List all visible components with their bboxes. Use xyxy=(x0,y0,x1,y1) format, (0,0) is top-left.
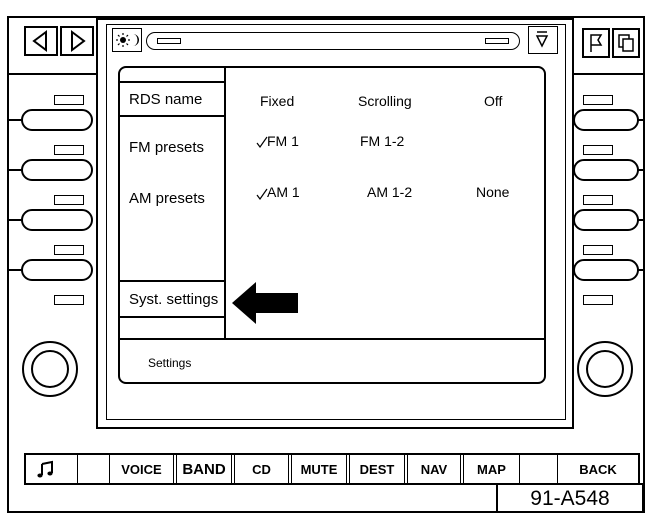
blank-button-2[interactable] xyxy=(520,455,558,483)
flag-icon xyxy=(590,34,603,52)
status-bar: Settings xyxy=(120,338,544,382)
back-button[interactable]: BACK xyxy=(558,455,638,483)
blank-button-1[interactable] xyxy=(78,455,110,483)
menu-item-am-presets[interactable]: AM presets xyxy=(129,190,205,207)
tune-knob[interactable] xyxy=(577,341,633,397)
pointer-arrow-icon xyxy=(232,282,298,324)
left-preset-rockers xyxy=(7,73,96,281)
left-divider xyxy=(7,73,96,75)
bottom-button-bar: VOICE BAND CD MUTE DEST NAV MAP BACK xyxy=(24,453,640,485)
map-button[interactable]: MAP xyxy=(464,455,520,483)
dest-button[interactable]: DEST xyxy=(350,455,408,483)
option-none[interactable]: None xyxy=(476,184,509,200)
triangle-right-icon xyxy=(71,30,86,52)
prev-button[interactable] xyxy=(24,26,58,56)
pages-button[interactable] xyxy=(612,28,640,58)
option-am-1-2[interactable]: AM 1-2 xyxy=(367,184,412,200)
flag-button[interactable] xyxy=(582,28,610,58)
menu-item-label: RDS name xyxy=(129,91,203,108)
mute-button[interactable]: MUTE xyxy=(292,455,350,483)
next-button[interactable] xyxy=(60,26,94,56)
option-off[interactable]: Off xyxy=(484,93,502,109)
pages-icon xyxy=(618,34,634,52)
figure-id-box: 91-A548 xyxy=(496,483,644,513)
sun-moon-icon xyxy=(116,33,139,47)
settings-menu: RDS name FM presets AM presets Syst. set… xyxy=(120,68,226,338)
menu-item-rds-name[interactable]: RDS name xyxy=(120,81,226,117)
volume-knob[interactable] xyxy=(22,341,78,397)
option-scrolling[interactable]: Scrolling xyxy=(358,93,412,109)
option-fm-1-2[interactable]: FM 1-2 xyxy=(360,133,404,149)
figure-id: 91-A548 xyxy=(530,487,610,510)
brightness-button[interactable] xyxy=(112,28,142,52)
option-fm-1[interactable]: FM 1 xyxy=(267,133,299,149)
display-screen: RDS name FM presets AM presets Syst. set… xyxy=(118,66,546,384)
right-preset-rockers xyxy=(574,109,645,281)
music-button[interactable] xyxy=(26,455,78,483)
band-button[interactable]: BAND xyxy=(177,455,235,483)
option-fixed[interactable]: Fixed xyxy=(260,93,294,109)
voice-button[interactable]: VOICE xyxy=(110,455,177,483)
right-divider xyxy=(574,73,645,75)
cd-button[interactable]: CD xyxy=(235,455,292,483)
eject-button[interactable] xyxy=(528,26,558,54)
eject-icon xyxy=(535,31,549,48)
music-note-icon xyxy=(37,460,53,478)
triangle-left-icon xyxy=(32,30,47,52)
menu-item-label: Syst. settings xyxy=(129,291,219,308)
cd-slot xyxy=(146,32,520,50)
menu-item-fm-presets[interactable]: FM presets xyxy=(129,139,204,156)
nav-button[interactable]: NAV xyxy=(408,455,464,483)
option-am-1[interactable]: AM 1 xyxy=(267,184,300,200)
menu-item-syst-settings[interactable]: Syst. settings xyxy=(120,280,226,318)
status-text: Settings xyxy=(148,356,192,370)
